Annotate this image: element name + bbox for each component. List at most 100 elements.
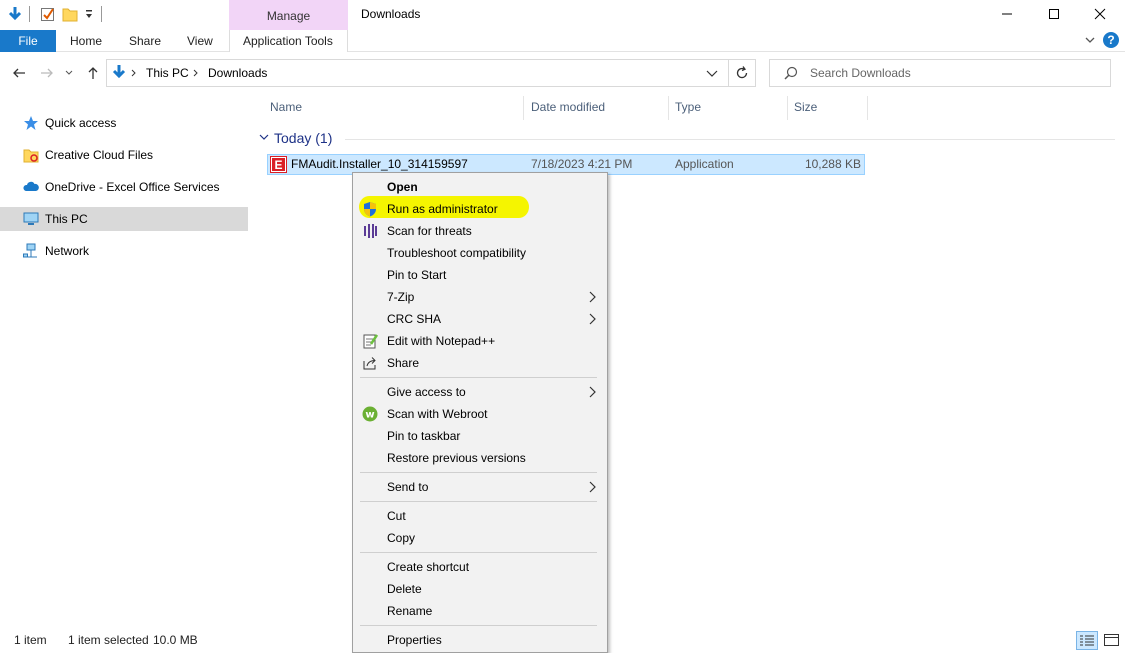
column-divider[interactable] xyxy=(523,96,524,120)
ribbon xyxy=(0,30,1125,52)
menu-item-pin-to-start[interactable]: Pin to Start xyxy=(353,264,607,286)
collapse-group-icon[interactable] xyxy=(259,134,269,142)
menu-item-delete[interactable]: Delete xyxy=(353,578,607,600)
svg-text:w: w xyxy=(365,410,374,421)
menu-item-label: Give access to xyxy=(387,385,466,399)
recent-locations-button[interactable] xyxy=(63,64,75,82)
column-divider[interactable] xyxy=(787,96,788,120)
uac-shield-icon xyxy=(364,202,376,217)
sidebar-item-creative-cloud[interactable]: Creative Cloud Files xyxy=(0,143,248,167)
large-icons-view-icon xyxy=(1104,634,1119,646)
menu-item-cut[interactable]: Cut xyxy=(353,505,607,527)
new-folder-icon[interactable] xyxy=(62,6,78,22)
menu-item-label: Rename xyxy=(387,604,433,618)
title-bar xyxy=(0,0,1125,30)
menu-item-label: Copy xyxy=(387,531,416,545)
maximize-button[interactable] xyxy=(1031,0,1077,28)
large-icons-view-button[interactable] xyxy=(1101,631,1123,650)
tab-view[interactable]: View xyxy=(187,34,213,48)
menu-item-scan-with-webroot[interactable]: w Scan with Webroot xyxy=(353,403,607,425)
download-arrow-icon[interactable] xyxy=(7,6,23,22)
file-name: FMAudit.Installer_10_314159597 xyxy=(291,157,468,171)
menu-item-label: Delete xyxy=(387,582,422,596)
menu-item-label: Troubleshoot compatibility xyxy=(387,246,526,260)
sidebar-item-label: Network xyxy=(45,244,90,258)
menu-item-properties[interactable]: Properties xyxy=(353,629,607,651)
menu-item-create-shortcut[interactable]: Create shortcut xyxy=(353,556,607,578)
breadcrumb-this-pc[interactable]: This PC xyxy=(146,66,189,80)
up-button[interactable] xyxy=(84,64,102,82)
tab-share[interactable]: Share xyxy=(129,34,161,48)
menu-separator xyxy=(360,377,597,378)
minimize-button[interactable] xyxy=(984,0,1030,28)
forward-button[interactable] xyxy=(38,64,56,82)
sidebar-item-label: This PC xyxy=(45,212,88,226)
status-selected-count: 1 item selected xyxy=(68,633,149,647)
menu-item-label: Create shortcut xyxy=(387,560,470,574)
menu-item-label: Pin to taskbar xyxy=(387,429,461,443)
back-button[interactable] xyxy=(10,64,28,82)
menu-item-give-access-to[interactable]: Give access to xyxy=(353,381,607,403)
window-title: Downloads xyxy=(361,7,421,21)
breadcrumb-downloads[interactable]: Downloads xyxy=(208,66,267,80)
menu-item-scan-for-threats[interactable]: Scan for threats xyxy=(353,220,607,242)
sidebar-item-network[interactable]: Network xyxy=(0,239,248,263)
maximize-icon xyxy=(1049,9,1059,19)
column-header-name[interactable]: Name xyxy=(270,100,302,114)
menu-item-label: 7-Zip xyxy=(387,290,415,304)
help-icon[interactable]: ? xyxy=(1103,32,1119,48)
minimize-icon xyxy=(1002,13,1012,15)
search-icon xyxy=(784,66,798,80)
refresh-icon[interactable] xyxy=(734,65,750,81)
sidebar-item-this-pc[interactable]: This PC xyxy=(0,207,248,231)
menu-item-share[interactable]: Share xyxy=(353,352,607,374)
share-icon xyxy=(363,357,376,370)
tab-home[interactable]: Home xyxy=(70,34,102,48)
menu-item-pin-to-taskbar[interactable]: Pin to taskbar xyxy=(353,425,607,447)
menu-separator xyxy=(360,625,597,626)
details-view-button[interactable] xyxy=(1076,631,1098,650)
creative-cloud-icon xyxy=(23,149,39,163)
column-header-type[interactable]: Type xyxy=(675,100,701,114)
menu-item-send-to[interactable]: Send to xyxy=(353,476,607,498)
status-selected-size: 10.0 MB xyxy=(153,633,198,647)
menu-item-edit-with-notepad[interactable]: Edit with Notepad++ xyxy=(353,330,607,352)
search-placeholder: Search Downloads xyxy=(810,66,911,80)
expand-ribbon-icon[interactable] xyxy=(1085,35,1095,45)
column-divider[interactable] xyxy=(668,96,669,120)
tab-file[interactable]: File xyxy=(0,30,56,52)
menu-item-7zip[interactable]: 7-Zip xyxy=(353,286,607,308)
column-header-size[interactable]: Size xyxy=(794,100,817,114)
properties-icon[interactable] xyxy=(40,6,56,22)
breadcrumb-separator-icon xyxy=(131,69,136,77)
menu-item-troubleshoot-compatibility[interactable]: Troubleshoot compatibility xyxy=(353,242,607,264)
group-header[interactable]: Today (1) xyxy=(274,130,332,146)
computer-icon xyxy=(23,212,39,225)
close-button[interactable] xyxy=(1077,0,1123,28)
chevron-down-icon xyxy=(65,70,73,75)
sidebar-item-quick-access[interactable]: Quick access xyxy=(0,111,248,135)
menu-item-restore-previous-versions[interactable]: Restore previous versions xyxy=(353,447,607,469)
menu-item-label: Send to xyxy=(387,480,429,494)
column-header-date-modified[interactable]: Date modified xyxy=(531,100,605,114)
customize-toolbar-icon[interactable] xyxy=(84,8,94,20)
column-divider[interactable] xyxy=(867,96,868,120)
menu-item-open[interactable]: Open xyxy=(353,176,607,198)
menu-separator xyxy=(360,472,597,473)
back-arrow-icon xyxy=(13,68,25,78)
toolbar-divider xyxy=(29,6,30,22)
tab-application-tools[interactable]: Application Tools xyxy=(243,34,333,48)
menu-item-crc-sha[interactable]: CRC SHA xyxy=(353,308,607,330)
address-bar[interactable] xyxy=(106,59,756,87)
group-divider xyxy=(345,139,1115,140)
menu-item-copy[interactable]: Copy xyxy=(353,527,607,549)
menu-item-label: Scan for threats xyxy=(387,224,472,238)
menu-item-run-as-administrator[interactable]: Run as administrator xyxy=(353,198,607,220)
menu-item-rename[interactable]: Rename xyxy=(353,600,607,622)
file-size: 10,288 KB xyxy=(804,157,861,171)
menu-item-label: Run as administrator xyxy=(387,202,498,216)
file-date: 7/18/2023 4:21 PM xyxy=(531,157,633,171)
sidebar-item-onedrive[interactable]: OneDrive - Excel Office Services xyxy=(0,175,248,199)
address-history-icon[interactable] xyxy=(706,69,718,79)
menu-item-label: Edit with Notepad++ xyxy=(387,334,496,348)
